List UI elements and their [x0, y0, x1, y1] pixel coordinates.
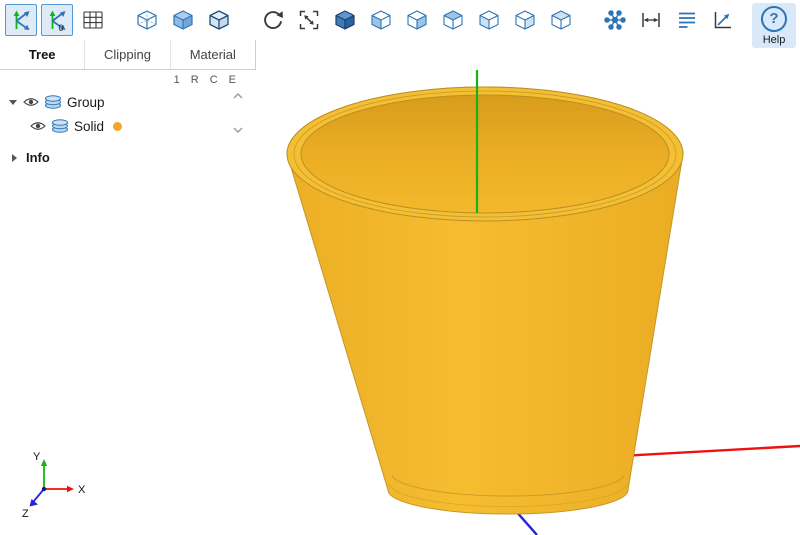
- model-tree: Group Solid: [0, 90, 256, 138]
- view-left-cube-icon: [477, 8, 501, 32]
- origin-trihedron-icon: 0: [48, 9, 67, 32]
- reset-rotation-button[interactable]: [257, 4, 289, 36]
- material-color-swatch[interactable]: [113, 121, 123, 131]
- tab-tree[interactable]: Tree: [0, 40, 84, 69]
- tab-material[interactable]: Material: [169, 40, 255, 69]
- column-header-1[interactable]: 1: [174, 74, 180, 86]
- wireframe-cube-icon: [135, 8, 159, 32]
- tab-clipping[interactable]: Clipping: [84, 40, 169, 69]
- info-label: Info: [26, 150, 50, 165]
- show-vertices-button[interactable]: [599, 4, 631, 36]
- visibility-eye-icon[interactable]: [23, 97, 39, 107]
- view-right-button[interactable]: [509, 4, 541, 36]
- axis-triad: Y X Z: [22, 451, 86, 520]
- iso-cube-icon: [333, 8, 357, 32]
- shaded-edges-cube-icon: [207, 8, 231, 32]
- view-right-cube-icon: [513, 8, 537, 32]
- tree-scrollbar: [233, 92, 243, 134]
- display-shaded-edges-button[interactable]: [203, 4, 235, 36]
- view-isometric-button[interactable]: [329, 4, 361, 36]
- display-wireframe-button[interactable]: [131, 4, 163, 36]
- tree-row-solid[interactable]: Solid: [0, 114, 256, 138]
- column-header-e[interactable]: E: [229, 74, 236, 86]
- view-front-button[interactable]: [365, 4, 397, 36]
- view-bottom-button[interactable]: [545, 4, 577, 36]
- view-top-button[interactable]: [437, 4, 469, 36]
- view-top-cube-icon: [441, 8, 465, 32]
- column-header-r[interactable]: R: [191, 74, 199, 86]
- model-opening-inner: [300, 94, 670, 214]
- tree-row-group[interactable]: Group: [0, 90, 256, 114]
- help-label: Help: [762, 34, 786, 46]
- svg-text:0: 0: [59, 23, 64, 32]
- triad-z-label: Z: [22, 508, 29, 520]
- view-left-button[interactable]: [473, 4, 505, 36]
- show-structure-button[interactable]: [671, 4, 703, 36]
- solid-model[interactable]: [286, 86, 684, 515]
- sidebar-tabs: Tree Clipping Material: [0, 40, 256, 70]
- measure-width-icon: [642, 12, 660, 28]
- tree-item-label: Solid: [74, 118, 105, 134]
- pick-mode-button[interactable]: [707, 4, 739, 36]
- shaded-cube-icon: [171, 8, 195, 32]
- grid-icon: [83, 11, 103, 29]
- measure-distance-button[interactable]: [635, 4, 667, 36]
- toggle-view-trihedron-button[interactable]: [5, 4, 37, 36]
- view-back-cube-icon: [405, 8, 429, 32]
- collapse-caret-icon[interactable]: [8, 97, 18, 107]
- pick-pointer-icon: [714, 11, 732, 29]
- info-section-toggle[interactable]: Info: [0, 150, 256, 165]
- vertices-molecule-icon: [604, 10, 626, 30]
- sidebar: Tree Clipping Material 1 R C E Group Sol: [0, 40, 256, 165]
- visibility-eye-icon[interactable]: [30, 121, 46, 131]
- toggle-grid-button[interactable]: [77, 4, 109, 36]
- trihedron-icon: [12, 9, 31, 31]
- scroll-down-icon[interactable]: [233, 126, 243, 134]
- rotate-arrow-icon: [264, 10, 284, 29]
- fit-all-icon: [299, 10, 319, 30]
- help-button[interactable]: ? Help: [752, 3, 796, 48]
- view-front-cube-icon: [369, 8, 393, 32]
- fit-all-button[interactable]: [293, 4, 325, 36]
- triad-x-label: X: [78, 484, 86, 496]
- toolbar: 0: [0, 0, 800, 40]
- tree-item-label: Group: [67, 94, 105, 110]
- cad-viewer-app: Y X Z 0 ? Help Tree Clipping Material 1 …: [0, 0, 800, 535]
- column-header-c[interactable]: C: [210, 74, 218, 86]
- expand-caret-icon: [12, 153, 17, 162]
- list-icon: [678, 12, 696, 28]
- triad-y-label: Y: [33, 451, 41, 463]
- scroll-up-icon[interactable]: [233, 92, 243, 100]
- view-back-button[interactable]: [401, 4, 433, 36]
- shape-stack-icon: [52, 119, 68, 133]
- display-shaded-button[interactable]: [167, 4, 199, 36]
- question-mark-icon: ?: [761, 6, 787, 32]
- shape-stack-icon: [45, 95, 61, 109]
- tree-column-headers: 1 R C E: [0, 70, 256, 90]
- toggle-origin-trihedron-button[interactable]: 0: [41, 4, 73, 36]
- view-bottom-cube-icon: [549, 8, 573, 32]
